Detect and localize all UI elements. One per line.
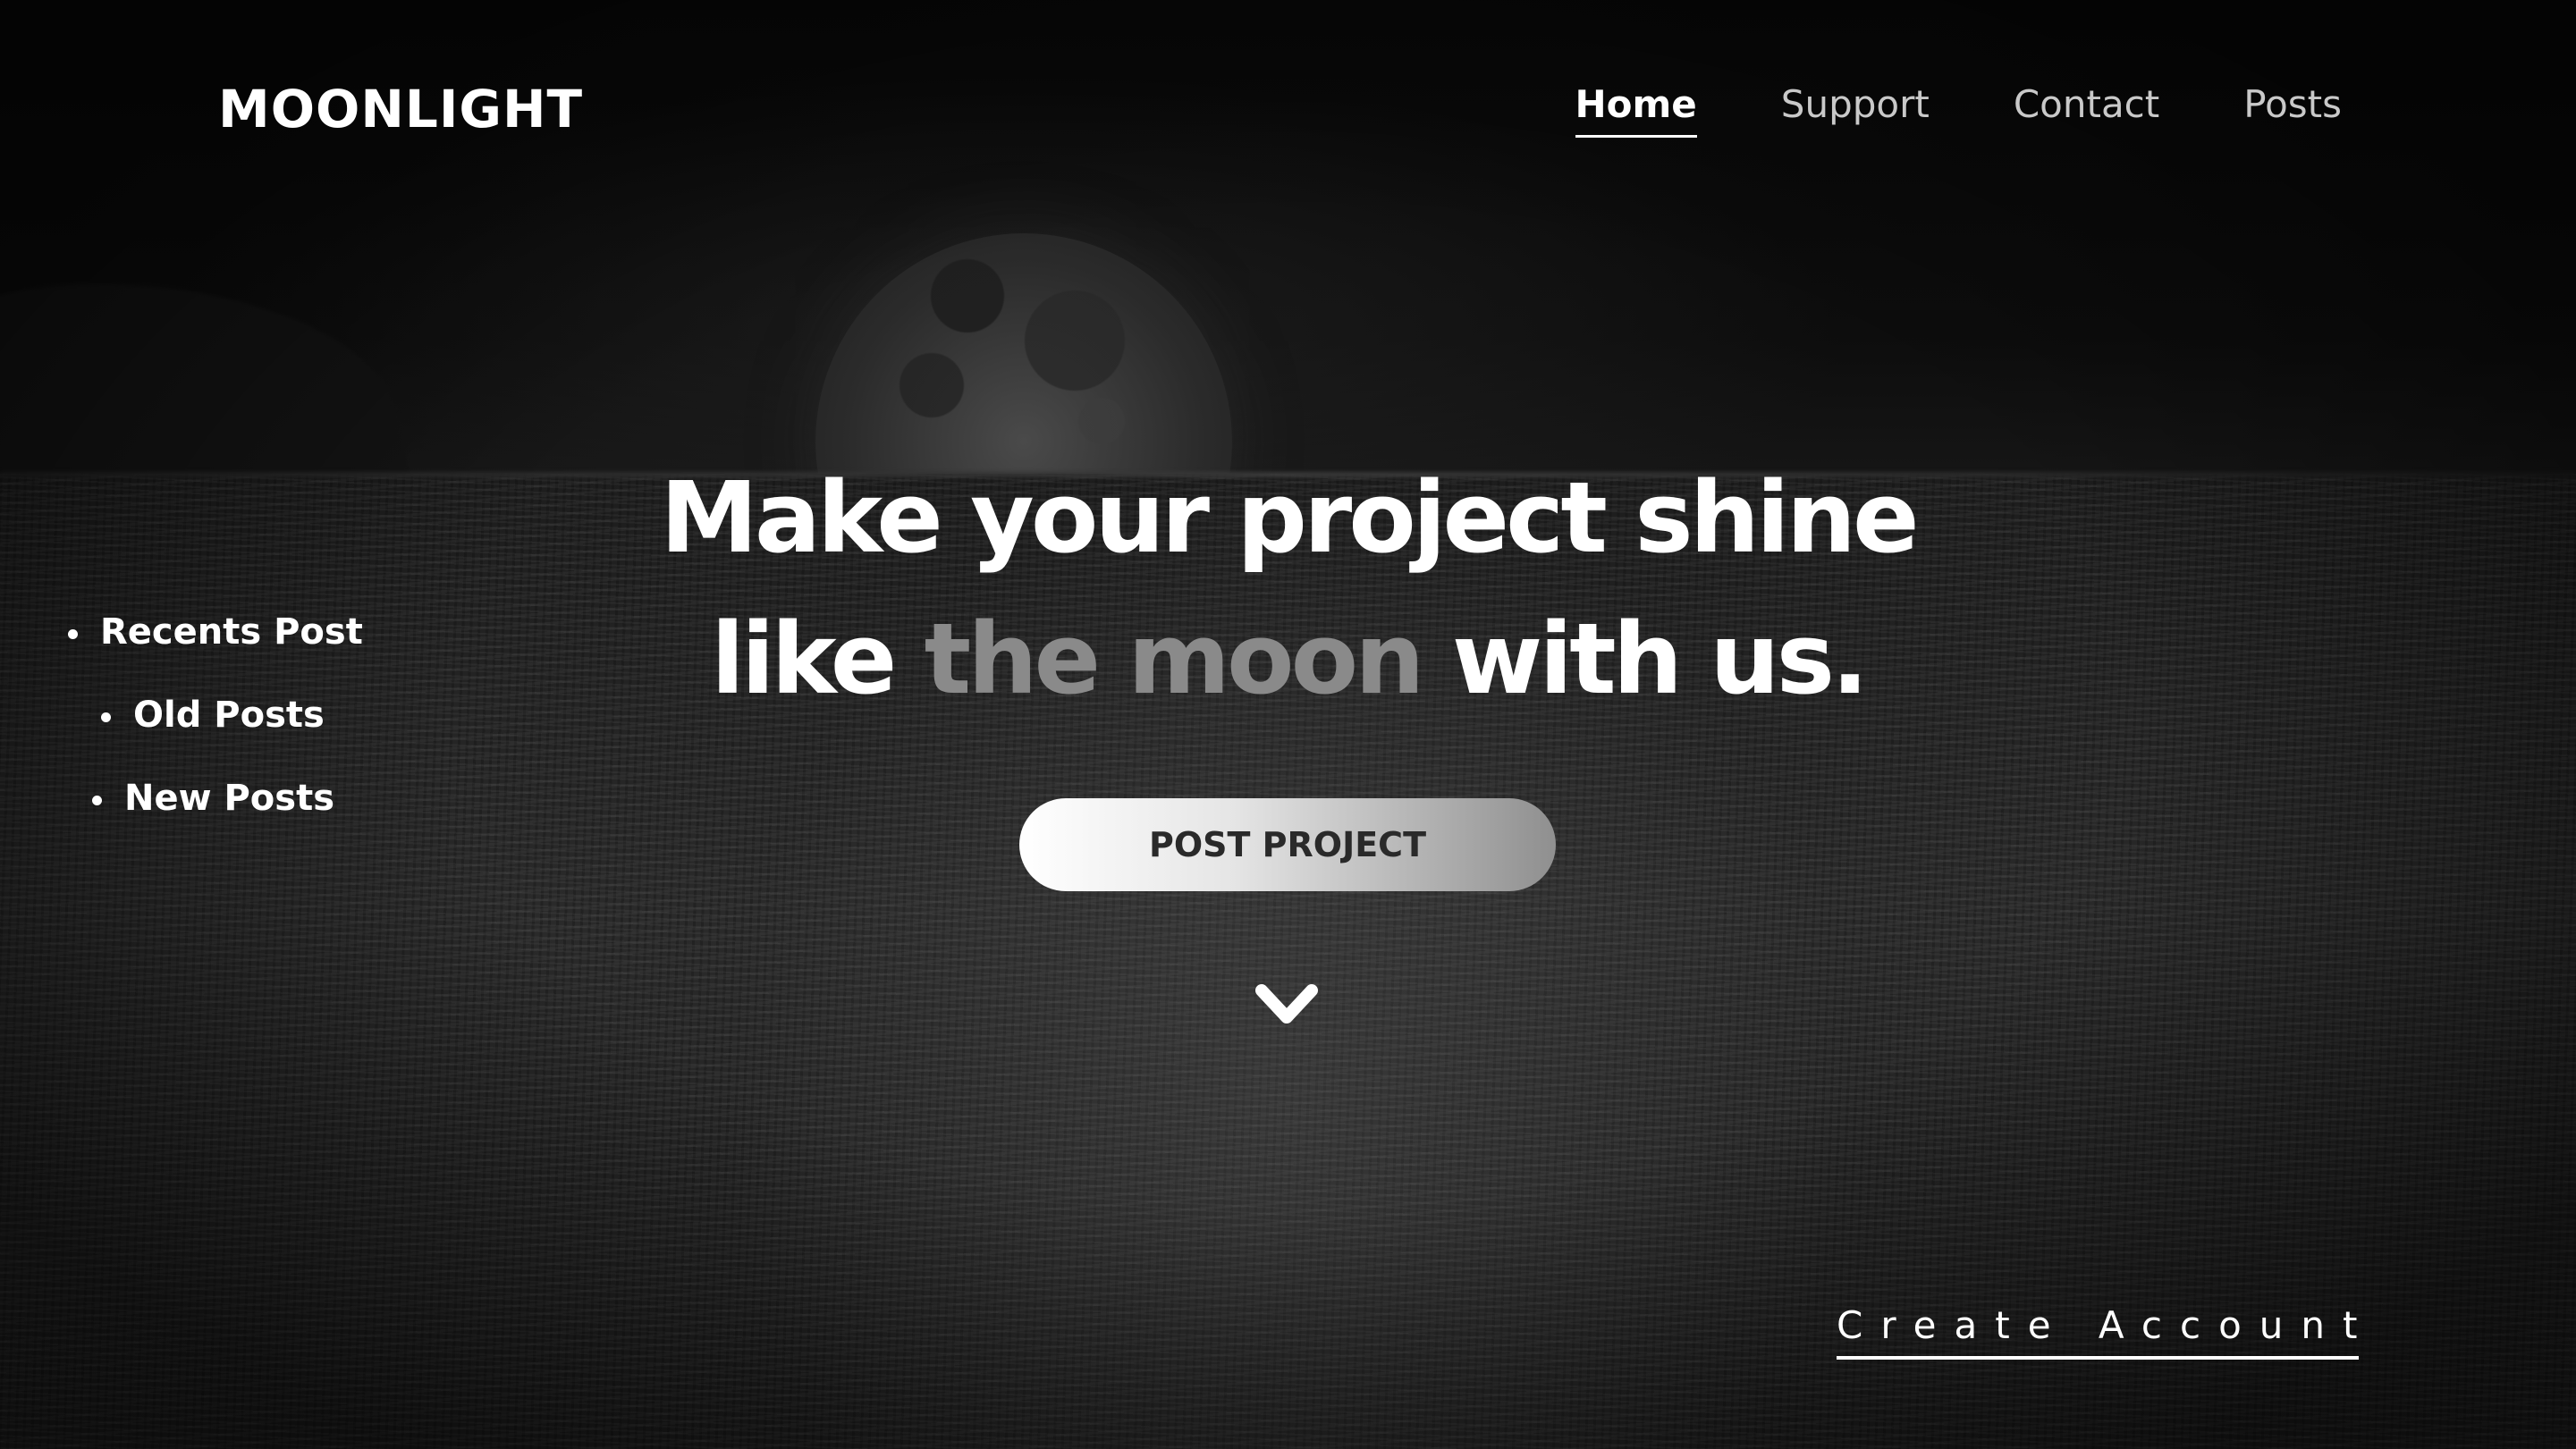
list-item-new-posts[interactable]: New Posts <box>92 778 363 861</box>
nav-support[interactable]: Support <box>1781 82 1930 135</box>
chevron-down-icon[interactable] <box>1254 980 1319 1030</box>
nav-posts[interactable]: Posts <box>2243 82 2342 135</box>
site-logo[interactable]: MOONLIGHT <box>218 79 583 139</box>
post-project-button[interactable]: POST PROJECT <box>1019 798 1556 891</box>
nav-home[interactable]: Home <box>1575 82 1697 138</box>
headline-like-text: like <box>711 602 925 716</box>
hero-headline-line-2: like the moon with us. <box>0 602 2576 716</box>
headline-highlight-text: the moon <box>924 602 1425 716</box>
headline-end-text: with us. <box>1421 602 1869 716</box>
hero-section: MOONLIGHT Home Support Contact Posts Rec… <box>0 0 2576 1449</box>
hero-headline-line-1: Make your project shine <box>660 460 1919 575</box>
create-account-link[interactable]: Create Account <box>1837 1303 2359 1360</box>
nav-contact[interactable]: Contact <box>2014 82 2159 135</box>
main-nav: Home Support Contact Posts <box>1575 82 2342 138</box>
